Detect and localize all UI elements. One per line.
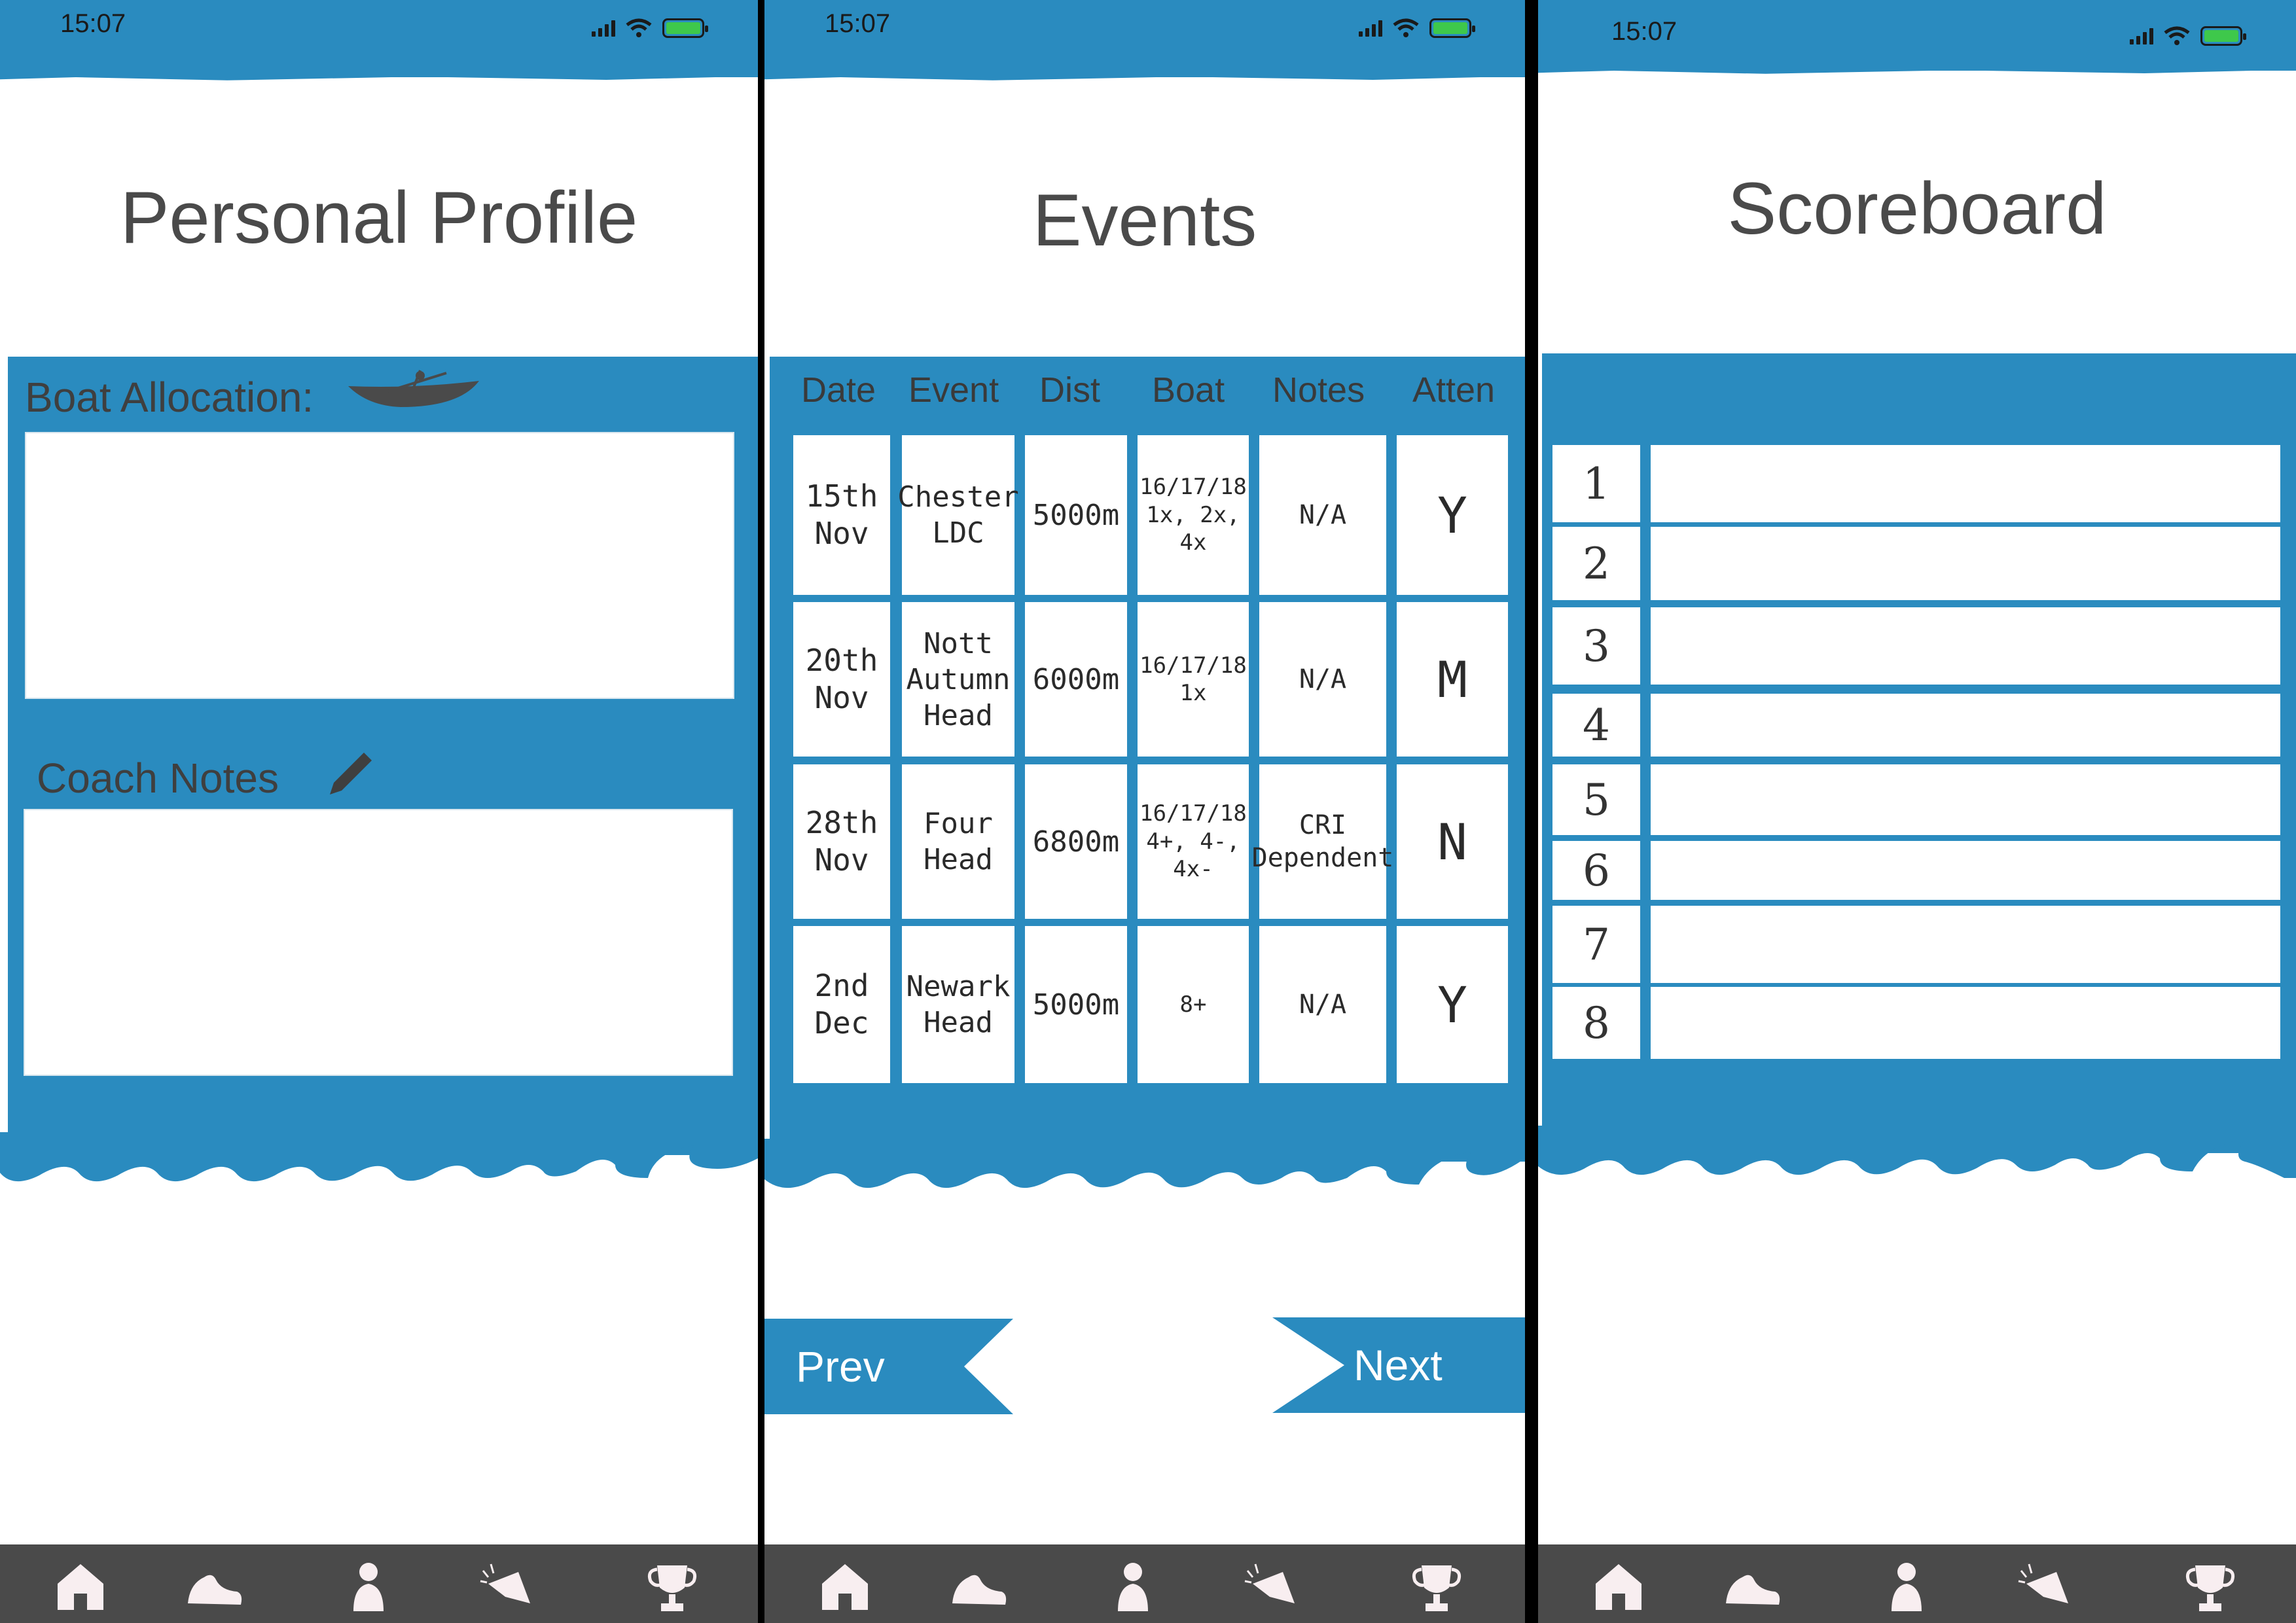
table-cell-dist: 6800m	[1025, 764, 1127, 919]
status-time: 15:07	[825, 9, 891, 38]
prev-label: Prev	[796, 1342, 885, 1391]
signal-icon	[2130, 27, 2153, 45]
status-bar: 15:07	[1538, 0, 2296, 71]
page-title: Scoreboard	[1727, 168, 2107, 249]
column-header: Dist	[1039, 370, 1100, 410]
boat-shoe-icon[interactable]	[949, 1558, 1008, 1616]
trophy-icon[interactable]	[643, 1558, 702, 1616]
battery-icon	[2200, 26, 2246, 46]
boat-allocation-label: Boat Allocation:	[25, 374, 314, 421]
signal-icon	[592, 20, 615, 37]
status-bar: 15:07	[0, 0, 758, 77]
score-row[interactable]	[1651, 527, 2280, 600]
wave-divider	[764, 1139, 1525, 1188]
table-cell-dist: 6000m	[1025, 602, 1127, 757]
column-header: Boat	[1152, 370, 1225, 410]
trophy-icon[interactable]	[1407, 1558, 1466, 1616]
trophy-icon[interactable]	[2181, 1558, 2240, 1616]
status-time: 15:07	[1611, 17, 1677, 46]
page-title: Personal Profile	[120, 177, 638, 259]
rank-number: 2	[1552, 527, 1640, 600]
table-cell-date: 15th Nov	[793, 435, 890, 595]
next-label: Next	[1354, 1341, 1443, 1389]
boat-shoe-icon[interactable]	[1723, 1558, 1782, 1616]
table-cell-date: 2nd Dec	[793, 926, 890, 1083]
table-cell-atten: N	[1397, 764, 1508, 919]
score-row[interactable]	[1651, 906, 2280, 983]
table-cell-date: 20th Nov	[793, 602, 890, 757]
rank-number: 8	[1552, 987, 1640, 1059]
column-header: Event	[908, 370, 999, 410]
column-header: Date	[801, 370, 876, 410]
page-title: Events	[1032, 179, 1257, 261]
table-cell-atten: Y	[1397, 435, 1508, 595]
coach-notes-label: Coach Notes	[37, 755, 279, 802]
home-icon[interactable]	[816, 1558, 874, 1616]
score-row[interactable]	[1651, 607, 2280, 685]
battery-icon	[662, 18, 708, 38]
person-icon[interactable]	[339, 1558, 398, 1616]
table-cell-boat: 8+	[1138, 926, 1249, 1083]
table-cell-boat: 16/17/18 1x, 2x, 4x	[1138, 435, 1249, 595]
signal-icon	[1359, 20, 1382, 37]
coach-notes-box[interactable]	[24, 809, 733, 1076]
megaphone-icon[interactable]	[479, 1558, 538, 1616]
status-bar: 15:07	[764, 0, 1525, 77]
table-cell-notes: N/A	[1259, 602, 1386, 757]
column-header: Notes	[1272, 370, 1365, 410]
table-cell-notes: N/A	[1259, 926, 1386, 1083]
score-row[interactable]	[1651, 445, 2280, 522]
rank-number: 7	[1552, 906, 1640, 983]
table-cell-event: Newark Head	[902, 926, 1014, 1083]
score-row[interactable]	[1651, 987, 2280, 1059]
table-cell-atten: Y	[1397, 926, 1508, 1083]
rank-number: 5	[1552, 764, 1640, 835]
prev-button[interactable]: Prev	[764, 1319, 1013, 1414]
wifi-icon	[626, 18, 652, 37]
wave-divider	[0, 1132, 758, 1182]
table-cell-boat: 16/17/18 1x	[1138, 602, 1249, 757]
megaphone-icon[interactable]	[2017, 1558, 2076, 1616]
boat-shoe-icon[interactable]	[185, 1558, 243, 1616]
tab-bar	[0, 1544, 758, 1623]
tab-bar	[1538, 1544, 2296, 1623]
wifi-icon	[1393, 18, 1419, 37]
scoreboard-screen: 15:07 Scoreboard 123 4 5 6 78	[1538, 0, 2296, 1623]
table-cell-dist: 5000m	[1025, 435, 1127, 595]
table-cell-event: Four Head	[902, 764, 1014, 919]
column-header: Atten	[1412, 370, 1496, 410]
table-cell-notes: CRI Dependent	[1252, 764, 1393, 919]
battery-icon	[1429, 18, 1475, 38]
score-row[interactable]	[1651, 841, 2280, 900]
table-cell-dist: 5000m	[1025, 926, 1127, 1083]
wave-divider	[1538, 1126, 2296, 1178]
person-icon[interactable]	[1877, 1558, 1936, 1616]
rank-number: 1	[1552, 445, 1640, 522]
score-row[interactable]	[1651, 764, 2280, 835]
megaphone-icon[interactable]	[1244, 1558, 1302, 1616]
home-icon[interactable]	[51, 1558, 110, 1616]
boat-allocation-box[interactable]	[25, 432, 734, 699]
rank-number: 4	[1552, 694, 1640, 757]
tab-bar	[764, 1544, 1525, 1623]
events-screen: 15:07 Events Prev Next Date Event Dist Boat…	[764, 0, 1525, 1623]
rank-number: 6	[1552, 841, 1640, 900]
next-button[interactable]: Next	[1272, 1317, 1525, 1413]
pencil-icon[interactable]	[325, 747, 377, 800]
rowing-boat-icon	[348, 370, 479, 407]
table-cell-event: Nott Autumn Head	[902, 602, 1014, 757]
table-cell-atten: M	[1397, 602, 1508, 757]
status-time: 15:07	[60, 9, 126, 38]
table-cell-event: Chester LDC	[897, 435, 1019, 595]
profile-screen: 15:07 Personal Profile Boat Allocation: …	[0, 0, 758, 1623]
table-cell-notes: N/A	[1259, 435, 1386, 595]
table-cell-boat: 16/17/18 4+, 4-, 4x-	[1138, 764, 1249, 919]
score-row[interactable]	[1651, 694, 2280, 757]
rank-number: 3	[1552, 607, 1640, 685]
person-icon[interactable]	[1103, 1558, 1162, 1616]
wifi-icon	[2164, 26, 2190, 45]
home-icon[interactable]	[1589, 1558, 1648, 1616]
table-cell-date: 28th Nov	[793, 764, 890, 919]
